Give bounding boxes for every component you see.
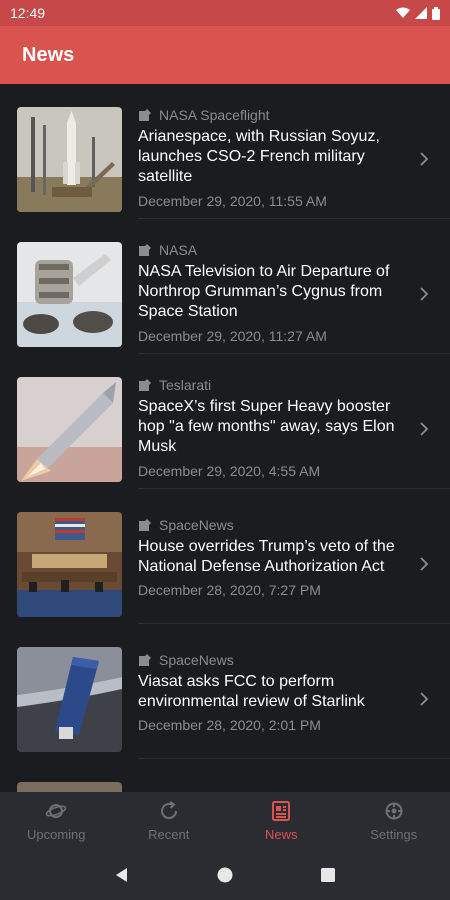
nav-news[interactable]: News <box>225 792 338 850</box>
starship-render-image <box>17 377 122 482</box>
status-time: 12:49 <box>10 5 46 21</box>
history-icon <box>160 801 177 820</box>
system-navigation-bar <box>0 850 450 900</box>
source-name: SpaceNews <box>159 652 234 668</box>
wifi-icon <box>396 7 410 18</box>
article-date: December 28, 2020, 2:01 PM <box>138 717 321 733</box>
newspaper-icon <box>139 379 151 391</box>
nav-recent[interactable]: Recent <box>113 792 226 850</box>
status-icons <box>396 6 440 20</box>
article-source: NASA <box>138 242 197 258</box>
article-thumbnail <box>17 647 122 752</box>
bottom-navigation: Upcoming Recent News Settings <box>0 792 450 850</box>
starlink-satellite-image <box>17 647 122 752</box>
home-icon[interactable] <box>215 865 235 885</box>
article-source: SpaceNews <box>138 652 234 668</box>
nav-upcoming[interactable]: Upcoming <box>0 792 113 850</box>
chevron-right-icon <box>420 152 429 166</box>
newspaper-icon <box>272 801 291 821</box>
news-item[interactable]: SpaceNews House overrides Trump’s veto o… <box>0 489 450 624</box>
news-item[interactable] <box>0 759 450 792</box>
nav-settings[interactable]: Settings <box>338 792 450 850</box>
article-source: SpaceNews <box>138 517 234 533</box>
chevron-right-icon <box>420 557 429 571</box>
article-date: December 29, 2020, 11:55 AM <box>138 193 327 209</box>
article-date: December 29, 2020, 4:55 AM <box>138 463 321 479</box>
source-name: Teslarati <box>159 377 212 393</box>
news-item[interactable]: Teslarati SpaceX’s first Super Heavy boo… <box>0 354 450 489</box>
article-thumbnail <box>17 242 122 347</box>
article-thumbnail <box>17 782 122 792</box>
source-name: SpaceNews <box>159 517 234 533</box>
newspaper-icon <box>139 109 151 121</box>
chevron-right-icon <box>420 422 429 436</box>
article-source: NASA Spaceflight <box>138 107 270 123</box>
news-item[interactable]: NASA NASA Television to Air Departure of… <box>0 219 450 354</box>
status-bar: 12:49 <box>0 0 450 26</box>
article-thumbnail <box>17 107 122 212</box>
article-date: December 28, 2020, 7:27 PM <box>138 582 321 598</box>
signal-icon <box>415 7 427 19</box>
page-title: News <box>22 43 75 66</box>
nav-label: News <box>264 827 298 842</box>
article-source: Teslarati <box>138 377 211 393</box>
back-icon[interactable] <box>112 865 132 885</box>
news-item[interactable]: NASA Spaceflight Arianespace, with Russi… <box>0 84 450 219</box>
news-feed[interactable]: NASA Spaceflight Arianespace, with Russi… <box>0 84 450 792</box>
gear-icon <box>385 802 403 820</box>
house-chamber-image <box>17 512 122 617</box>
news-item[interactable]: SpaceNews Viasat asks FCC to perform env… <box>0 624 450 759</box>
chevron-right-icon <box>420 692 429 706</box>
article-title: House overrides Trump’s veto of the Nati… <box>138 538 395 575</box>
newspaper-icon <box>139 654 151 666</box>
newspaper-icon <box>139 519 151 531</box>
newspaper-icon <box>139 244 151 256</box>
recents-icon[interactable] <box>318 865 338 885</box>
battery-icon <box>432 6 440 20</box>
planet-icon <box>45 804 67 818</box>
nav-label: Settings <box>370 827 418 842</box>
article-date: December 29, 2020, 11:27 AM <box>138 328 327 344</box>
app-bar: News <box>0 26 450 84</box>
article-thumbnail <box>17 512 122 617</box>
nav-label: Upcoming <box>26 827 86 842</box>
source-name: NASA <box>159 242 198 258</box>
nav-label: Recent <box>148 827 190 842</box>
cygnus-robotic-arm-image <box>17 242 122 347</box>
article-title: Viasat asks FCC to perform environmental… <box>138 673 365 710</box>
article-title: SpaceX’s first Super Heavy booster hop "… <box>138 398 395 455</box>
article-title: Arianespace, with Russian Soyuz, launche… <box>138 128 380 185</box>
source-name: NASA Spaceflight <box>159 107 270 123</box>
article-thumbnail <box>17 377 122 482</box>
article-title: NASA Television to Air Departure of Nort… <box>138 263 390 320</box>
soyuz-launch-pad-image <box>17 107 122 212</box>
chevron-right-icon <box>420 287 429 301</box>
